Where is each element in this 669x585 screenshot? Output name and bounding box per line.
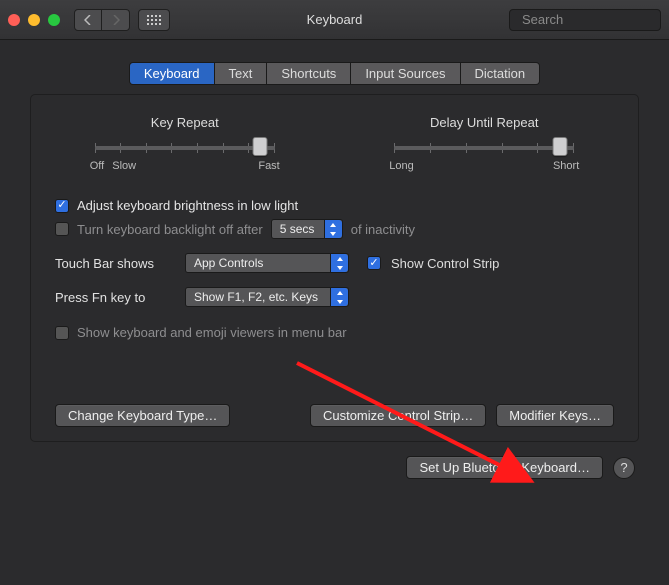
show-viewers-checkbox[interactable]: [55, 326, 69, 340]
show-viewers-row: Show keyboard and emoji viewers in menu …: [55, 325, 614, 340]
show-control-strip-checkbox[interactable]: [367, 256, 381, 270]
chevron-right-icon: [112, 15, 120, 25]
key-repeat-group: Key Repeat Off Slow Fast: [55, 115, 315, 172]
fn-key-select[interactable]: Show F1, F2, etc. Keys: [185, 287, 349, 307]
backlight-off-select-value: 5 secs: [280, 222, 315, 236]
customize-control-strip-button[interactable]: Customize Control Strip…: [310, 404, 486, 427]
change-keyboard-type-button[interactable]: Change Keyboard Type…: [55, 404, 230, 427]
titlebar: Keyboard: [0, 0, 669, 40]
touch-bar-row: Touch Bar shows App Controls Show Contro…: [55, 253, 614, 273]
touch-bar-label: Touch Bar shows: [55, 256, 175, 271]
window-controls: [8, 14, 60, 26]
forward-button[interactable]: [102, 9, 130, 31]
adjust-brightness-label: Adjust keyboard brightness in low light: [77, 198, 298, 213]
backlight-off-checkbox[interactable]: [55, 222, 69, 236]
sliders-row: Key Repeat Off Slow Fast Delay Until Rep…: [55, 115, 614, 172]
backlight-off-label-after: of inactivity: [351, 222, 415, 237]
back-button[interactable]: [74, 9, 102, 31]
chevron-left-icon: [84, 15, 92, 25]
help-button[interactable]: ?: [613, 457, 635, 479]
delay-repeat-group: Delay Until Repeat Long Short: [355, 115, 615, 172]
tab-bar: Keyboard Text Shortcuts Input Sources Di…: [129, 62, 540, 85]
adjust-brightness-checkbox[interactable]: [55, 199, 69, 213]
show-viewers-label: Show keyboard and emoji viewers in menu …: [77, 325, 347, 340]
show-control-strip-label: Show Control Strip: [391, 256, 499, 271]
fn-key-label: Press Fn key to: [55, 290, 175, 305]
fn-key-row: Press Fn key to Show F1, F2, etc. Keys: [55, 287, 614, 307]
tab-text[interactable]: Text: [215, 63, 268, 84]
key-repeat-knob[interactable]: [253, 137, 268, 156]
stepper-icon: [324, 220, 342, 238]
backlight-off-select[interactable]: 5 secs: [271, 219, 343, 239]
pane-buttons: Change Keyboard Type… Customize Control …: [55, 404, 614, 427]
tab-shortcuts[interactable]: Shortcuts: [267, 63, 351, 84]
close-window-button[interactable]: [8, 14, 20, 26]
bluetooth-keyboard-button[interactable]: Set Up Bluetooth Keyboard…: [406, 456, 603, 479]
content: Keyboard Text Shortcuts Input Sources Di…: [0, 40, 669, 585]
search-field[interactable]: [509, 9, 661, 31]
search-input[interactable]: [522, 12, 669, 27]
modifier-keys-button[interactable]: Modifier Keys…: [496, 404, 614, 427]
delay-short-label: Short: [553, 160, 579, 172]
delay-repeat-knob[interactable]: [552, 137, 567, 156]
delay-repeat-title: Delay Until Repeat: [430, 115, 538, 130]
backlight-off-row: Turn keyboard backlight off after 5 secs…: [55, 219, 614, 239]
tab-dictation[interactable]: Dictation: [461, 63, 540, 84]
touch-bar-select-value: App Controls: [194, 256, 263, 270]
footer: Set Up Bluetooth Keyboard… ?: [16, 456, 635, 479]
minimize-window-button[interactable]: [28, 14, 40, 26]
key-repeat-off-label: Off: [90, 160, 104, 172]
tab-keyboard[interactable]: Keyboard: [130, 63, 215, 84]
key-repeat-slow-label: Slow: [112, 160, 136, 172]
show-all-button[interactable]: [138, 9, 170, 31]
tab-input-sources[interactable]: Input Sources: [351, 63, 460, 84]
touch-bar-select[interactable]: App Controls: [185, 253, 349, 273]
grid-icon: [147, 15, 161, 25]
key-repeat-slider[interactable]: [95, 146, 275, 150]
delay-repeat-slider[interactable]: [394, 146, 574, 150]
zoom-window-button[interactable]: [48, 14, 60, 26]
fn-key-select-value: Show F1, F2, etc. Keys: [194, 290, 318, 304]
delay-long-label: Long: [389, 160, 413, 172]
backlight-off-label-before: Turn keyboard backlight off after: [77, 222, 263, 237]
keyboard-pane: Key Repeat Off Slow Fast Delay Until Rep…: [30, 94, 639, 442]
stepper-icon: [330, 254, 348, 272]
adjust-brightness-row: Adjust keyboard brightness in low light: [55, 198, 614, 213]
key-repeat-title: Key Repeat: [151, 115, 219, 130]
key-repeat-fast-label: Fast: [258, 160, 279, 172]
stepper-icon: [330, 288, 348, 306]
